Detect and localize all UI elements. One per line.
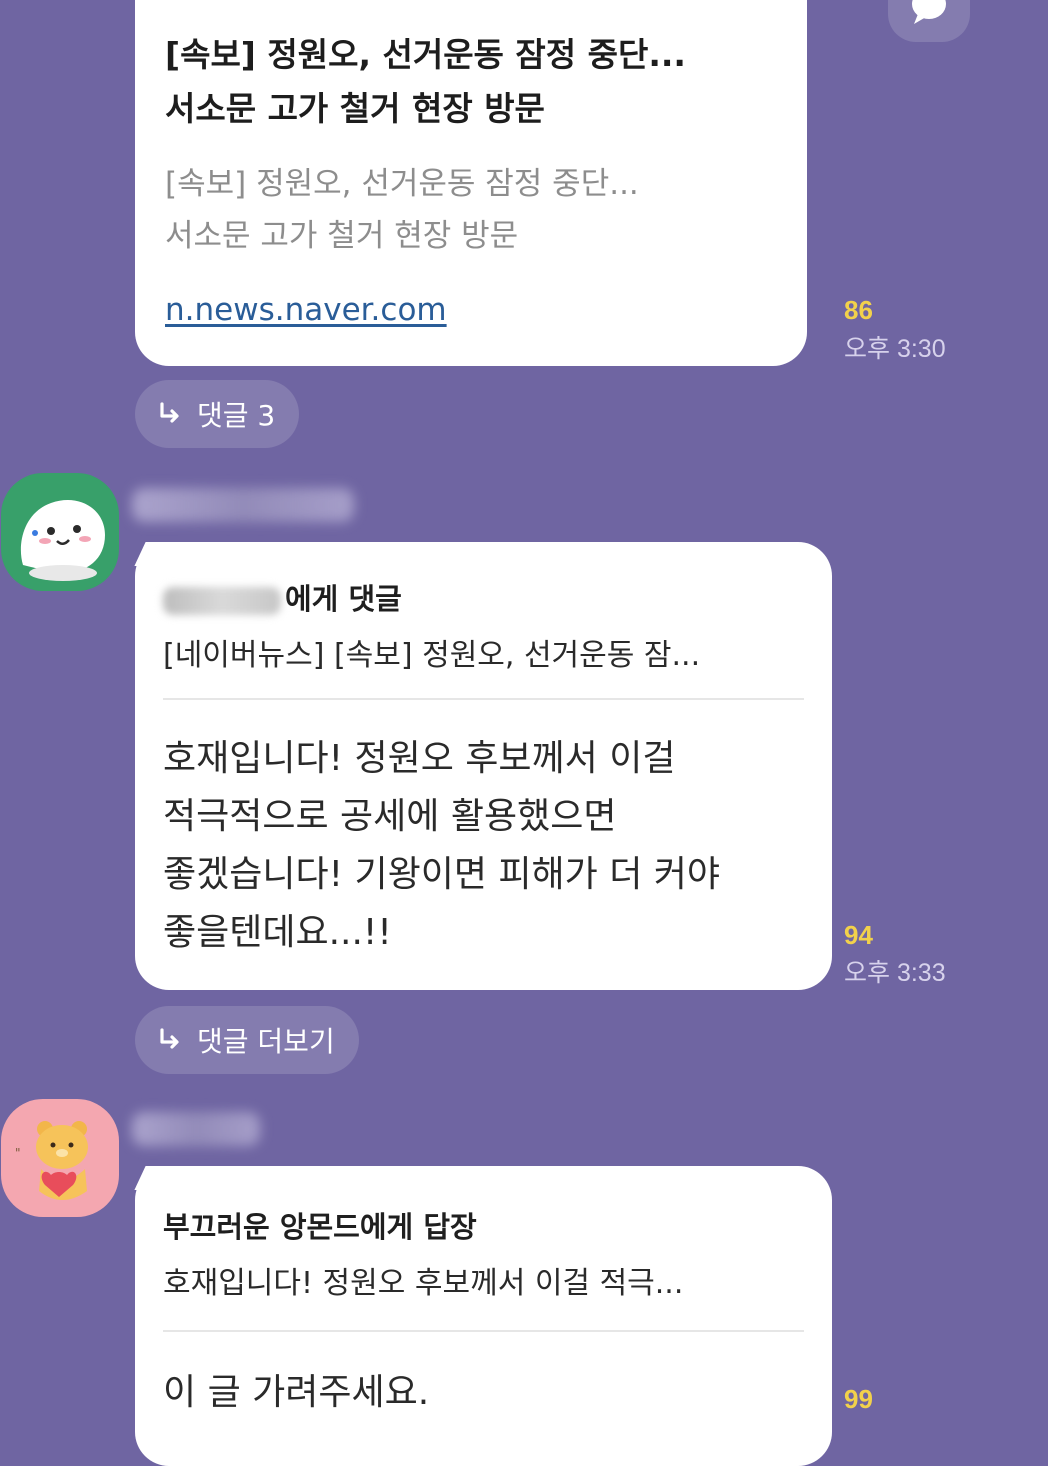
mention-name-blurred xyxy=(163,587,281,615)
svg-text:": " xyxy=(15,1146,21,1160)
chat-bubble-icon xyxy=(912,0,946,24)
news-link[interactable]: n.news.naver.com xyxy=(165,292,447,328)
avatar-ghost-icon xyxy=(20,499,106,581)
sender-name-blurred xyxy=(132,488,354,522)
unread-count: 99 xyxy=(844,1384,873,1414)
avatar-bear-icon: " xyxy=(15,1121,88,1200)
divider xyxy=(163,1330,804,1332)
reply-bubble[interactable]: 부끄러운 앙몬드에게 답장 호재입니다! 정원오 후보께서 이걸 적극... 이… xyxy=(135,1166,832,1466)
more-replies-button[interactable]: 댓글 더보기 xyxy=(135,1006,359,1074)
unread-count: 94 xyxy=(844,920,873,950)
reply-arrow-icon xyxy=(160,402,179,423)
reply-arrow-icon xyxy=(160,1028,179,1049)
comment-header: 에게 댓글 xyxy=(163,576,402,618)
thread-replies-label: 댓글 3 xyxy=(197,399,276,432)
sender-name-blurred xyxy=(132,1112,260,1146)
news-description: [속보] 정원오, 선거운동 잠정 중단... 서소문 고가 철거 현장 방문 xyxy=(165,166,639,254)
comment-body: 호재입니다! 정원오 후보께서 이걸 적극적으로 공세에 활용했으면 좋겠습니다… xyxy=(163,738,721,953)
quoted-message: 호재입니다! 정원오 후보께서 이걸 적극... xyxy=(163,1266,684,1301)
share-button[interactable] xyxy=(888,0,970,42)
news-title: [속보] 정원오, 선거운동 잠정 중단... 서소문 고가 철거 현장 방문 xyxy=(165,35,686,128)
message-time: 오후 3:30 xyxy=(844,335,946,363)
more-replies-label: 댓글 더보기 xyxy=(197,1025,335,1058)
sender-avatar[interactable] xyxy=(1,473,119,591)
unread-count: 86 xyxy=(844,295,873,325)
comment-bubble[interactable]: 에게 댓글 [네이버뉴스] [속보] 정원오, 선거운동 잠... 호재입니다!… xyxy=(135,542,832,990)
quoted-message: [네이버뉴스] [속보] 정원오, 선거운동 잠... xyxy=(163,638,701,673)
reply-header: 부끄러운 앙몬드에게 답장 xyxy=(163,1210,477,1244)
thread-replies-button[interactable]: 댓글 3 xyxy=(135,380,300,448)
reply-body: 이 글 가려주세요. xyxy=(163,1372,430,1413)
sender-avatar[interactable]: " xyxy=(1,1099,119,1217)
news-card-bubble[interactable]: [속보] 정원오, 선거운동 잠정 중단... 서소문 고가 철거 현장 방문 … xyxy=(135,0,807,366)
message-time: 오후 3:33 xyxy=(844,959,946,987)
divider xyxy=(163,698,804,700)
